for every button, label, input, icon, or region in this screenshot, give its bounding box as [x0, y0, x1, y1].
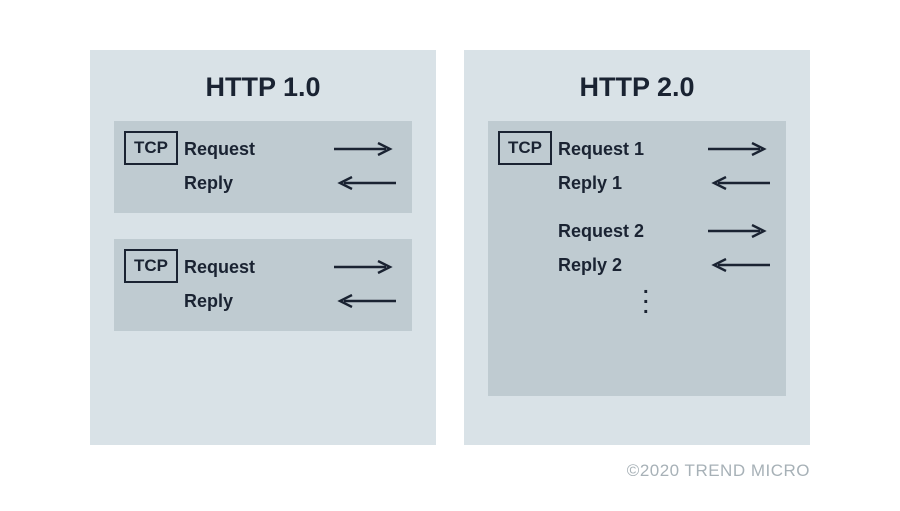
row-reply-1: Reply 1 — [558, 167, 770, 199]
http2-panel: HTTP 2.0 TCP Request 1 Reply 1 Request 2 — [464, 50, 810, 445]
row-reply: Reply — [184, 167, 396, 199]
group-gap — [558, 201, 770, 215]
row-reply: Reply — [184, 285, 396, 317]
http1-panel: HTTP 1.0 TCP Request Reply TCP Request — [90, 50, 436, 445]
row-label: Reply 1 — [558, 173, 622, 194]
tcp-badge: TCP — [124, 249, 178, 283]
row-label: Request — [184, 139, 255, 160]
row-request: Request — [184, 251, 396, 283]
row-label: Reply — [184, 291, 233, 312]
http1-tcp-block-2: TCP Request Reply — [114, 239, 412, 331]
arrow-right-icon — [334, 260, 396, 274]
tcp-badge: TCP — [498, 131, 552, 165]
http2-title: HTTP 2.0 — [488, 72, 786, 103]
row-reply-2: Reply 2 — [558, 249, 770, 281]
arrow-left-icon — [334, 176, 396, 190]
row-label: Reply 2 — [558, 255, 622, 276]
arrow-left-icon — [708, 258, 770, 272]
row-request: Request — [184, 133, 396, 165]
row-request-2: Request 2 — [558, 215, 770, 247]
diagram-panels: HTTP 1.0 TCP Request Reply TCP Request — [0, 0, 900, 445]
arrow-right-icon — [334, 142, 396, 156]
row-label: Request 2 — [558, 221, 644, 242]
arrow-right-icon — [708, 142, 770, 156]
arrow-left-icon — [334, 294, 396, 308]
arrow-left-icon — [708, 176, 770, 190]
row-label: Request 1 — [558, 139, 644, 160]
ellipsis-icon: ... — [558, 283, 770, 313]
http2-tcp-block: TCP Request 1 Reply 1 Request 2 — [488, 121, 786, 396]
row-request-1: Request 1 — [558, 133, 770, 165]
row-label: Reply — [184, 173, 233, 194]
http1-tcp-block-1: TCP Request Reply — [114, 121, 412, 213]
row-label: Request — [184, 257, 255, 278]
tcp-badge: TCP — [124, 131, 178, 165]
arrow-right-icon — [708, 224, 770, 238]
http1-title: HTTP 1.0 — [114, 72, 412, 103]
copyright-text: ©2020 TREND MICRO — [627, 461, 810, 481]
